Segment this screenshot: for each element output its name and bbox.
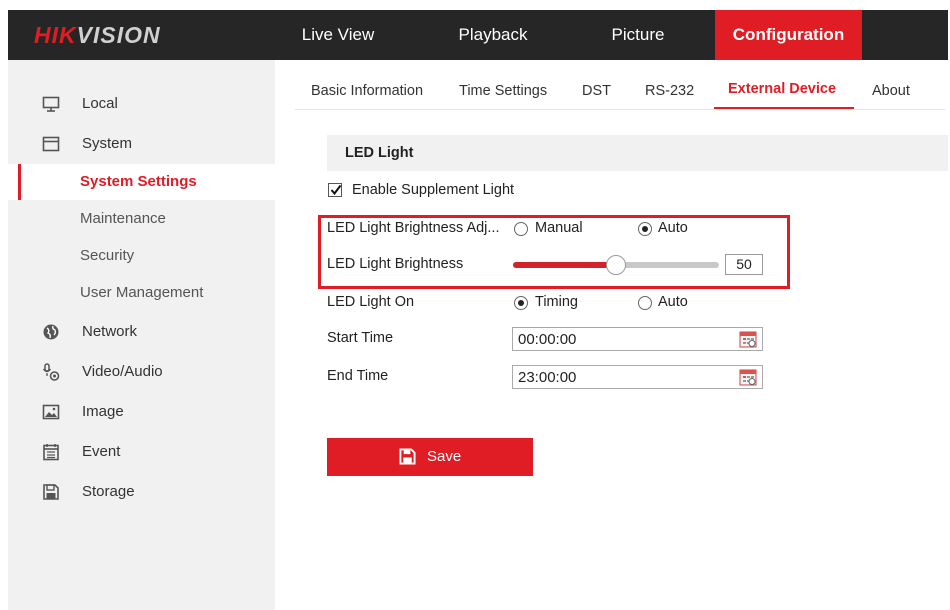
nav-picture[interactable]: Picture	[598, 10, 678, 60]
end-time-label: End Time	[327, 368, 389, 384]
monitor-icon	[42, 95, 60, 113]
led-light-on-label: LED Light On	[327, 294, 415, 310]
enable-supplement-light-label: Enable Supplement Light	[352, 182, 515, 198]
adjustment-auto-radio[interactable]	[638, 222, 652, 236]
start-time-label: Start Time	[327, 330, 394, 346]
sidebar-item-label: Network	[82, 323, 138, 340]
section-title: LED Light	[345, 145, 414, 161]
floppy-icon	[42, 483, 60, 501]
brightness-value-field[interactable]: 50	[725, 254, 763, 275]
save-button[interactable]: Save	[327, 438, 533, 476]
sidebar-item-label: Event	[82, 443, 121, 460]
brightness-slider-thumb[interactable]	[606, 255, 626, 275]
adjustment-auto-label: Auto	[658, 220, 688, 236]
save-button-label: Save	[427, 448, 462, 465]
tab-time-settings[interactable]: Time Settings	[459, 83, 547, 105]
calendar-icon[interactable]	[739, 368, 757, 386]
tab-external-device[interactable]: External Device	[728, 81, 836, 103]
tab-basic-information[interactable]: Basic Information	[311, 83, 423, 105]
nav-configuration[interactable]: Configuration	[715, 10, 862, 60]
sidebar-item-maintenance[interactable]: Maintenance	[8, 201, 275, 237]
sidebar-item-label: System	[82, 135, 133, 152]
calendar-list-icon	[42, 443, 60, 461]
sidebar-item-user-management[interactable]: User Management	[8, 275, 275, 311]
sidebar-item-system-settings[interactable]: System Settings	[8, 164, 275, 200]
nav-playback[interactable]: Playback	[443, 10, 543, 60]
sidebar-item-label: Maintenance	[80, 210, 166, 227]
sidebar-item-label: Storage	[82, 483, 135, 500]
image-icon	[42, 403, 60, 421]
start-time-input[interactable]	[512, 327, 763, 351]
globe-icon	[42, 323, 60, 341]
section-header: LED Light	[327, 135, 948, 171]
light-on-timing-radio[interactable]	[514, 296, 528, 310]
sidebar: Local System System Settings Maintenance…	[8, 60, 275, 610]
tab-rs-232[interactable]: RS-232	[645, 83, 694, 105]
brightness-slider[interactable]	[513, 255, 719, 275]
tab-divider	[295, 109, 945, 110]
sidebar-item-label: Image	[82, 403, 124, 420]
sidebar-item-label: Local	[82, 95, 118, 112]
sidebar-item-image[interactable]: Image	[8, 394, 275, 430]
mic-camera-icon	[42, 363, 60, 381]
nav-live-view[interactable]: Live View	[298, 10, 378, 60]
sidebar-item-label: Security	[80, 247, 135, 264]
adjustment-manual-radio[interactable]	[514, 222, 528, 236]
brightness-adjustment-label: LED Light Brightness Adj...	[327, 220, 500, 236]
adjustment-manual-label: Manual	[535, 220, 583, 236]
light-on-timing-label: Timing	[535, 294, 578, 310]
brightness-label: LED Light Brightness	[327, 256, 464, 272]
sidebar-item-event[interactable]: Event	[8, 434, 275, 470]
sidebar-item-system[interactable]: System	[8, 126, 275, 162]
sidebar-item-label: User Management	[80, 284, 204, 301]
sidebar-item-storage[interactable]: Storage	[8, 474, 275, 510]
sidebar-item-video-audio[interactable]: Video/Audio	[8, 354, 275, 390]
floppy-icon	[399, 448, 416, 469]
light-on-auto-radio[interactable]	[638, 296, 652, 310]
calendar-icon[interactable]	[739, 330, 757, 348]
active-tab-underline	[714, 107, 854, 109]
sidebar-item-label: Video/Audio	[82, 363, 163, 380]
active-indicator	[18, 164, 21, 200]
sidebar-item-local[interactable]: Local	[8, 86, 275, 122]
end-time-input[interactable]	[512, 365, 763, 389]
light-on-auto-label: Auto	[658, 294, 688, 310]
brightness-slider-fill	[513, 262, 616, 268]
enable-supplement-light-checkbox[interactable]	[328, 183, 342, 197]
sidebar-item-network[interactable]: Network	[8, 314, 275, 350]
sidebar-item-security[interactable]: Security	[8, 238, 275, 274]
tab-dst[interactable]: DST	[582, 83, 611, 105]
sidebar-item-label: System Settings	[80, 173, 197, 190]
tab-about[interactable]: About	[872, 83, 910, 105]
hikvision-logo: HIKVISION	[34, 22, 161, 48]
window-icon	[42, 135, 60, 153]
top-navigation-bar: HIKVISION Live View Playback Picture Con…	[8, 10, 948, 60]
